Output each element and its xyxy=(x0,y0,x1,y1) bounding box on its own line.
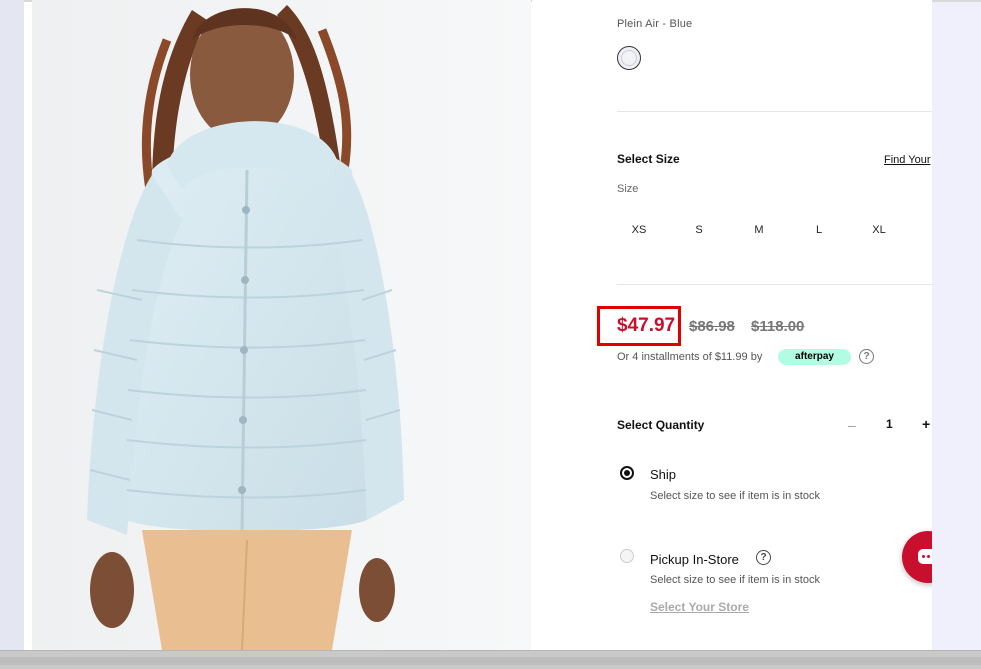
color-swatch-plein-air-blue[interactable] xyxy=(617,46,641,70)
pickup-stock-note: Select size to see if item is in stock xyxy=(650,574,820,586)
quantity-value[interactable]: 1 xyxy=(886,417,893,431)
horizontal-scrollbar[interactable] xyxy=(0,650,981,669)
selected-color-name: Plein Air - Blue xyxy=(617,18,693,30)
ship-stock-note: Select size to see if item is in stock xyxy=(650,490,820,502)
chat-button[interactable] xyxy=(902,531,932,583)
size-label: Size xyxy=(617,183,639,195)
select-size-heading: Select Size xyxy=(617,152,680,166)
left-page-gutter xyxy=(0,0,24,650)
pickup-radio-unselected[interactable] xyxy=(620,549,634,563)
divider xyxy=(617,284,932,285)
pickup-option-label[interactable]: Pickup In-Store xyxy=(650,552,739,567)
model-wearing-puffer-jacket-illustration xyxy=(32,0,531,650)
size-option-m[interactable]: M xyxy=(744,224,774,236)
size-option-xs[interactable]: XS xyxy=(624,224,654,236)
size-option-l[interactable]: L xyxy=(804,224,834,236)
original-price: $118.00 xyxy=(751,318,805,335)
quantity-decrease-button[interactable]: – xyxy=(848,417,856,433)
pickup-help-icon[interactable]: ? xyxy=(756,550,771,565)
find-your-size-link[interactable]: Find Your xyxy=(884,154,930,166)
scrollbar-thumb[interactable] xyxy=(0,657,981,665)
product-image[interactable] xyxy=(32,0,531,650)
ship-radio-selected[interactable] xyxy=(620,466,634,480)
afterpay-badge[interactable]: afterpay xyxy=(778,349,851,365)
chat-icon xyxy=(918,549,932,564)
size-option-xl[interactable]: XL xyxy=(864,224,894,236)
select-quantity-heading: Select Quantity xyxy=(617,418,705,432)
sale-price: $47.97 xyxy=(617,315,676,336)
installments-text: Or 4 installments of $11.99 by xyxy=(617,351,763,363)
select-your-store-link[interactable]: Select Your Store xyxy=(650,600,749,614)
previous-price: $86.98 xyxy=(689,318,735,335)
product-details-panel: Plein Air - Blue Select Size Find Your S… xyxy=(532,0,932,650)
help-icon[interactable]: ? xyxy=(859,349,874,364)
right-page-gutter xyxy=(932,0,981,650)
ship-option-label[interactable]: Ship xyxy=(650,467,676,482)
divider xyxy=(617,111,932,112)
size-option-s[interactable]: S xyxy=(684,224,714,236)
quantity-increase-button[interactable]: + xyxy=(922,416,930,432)
